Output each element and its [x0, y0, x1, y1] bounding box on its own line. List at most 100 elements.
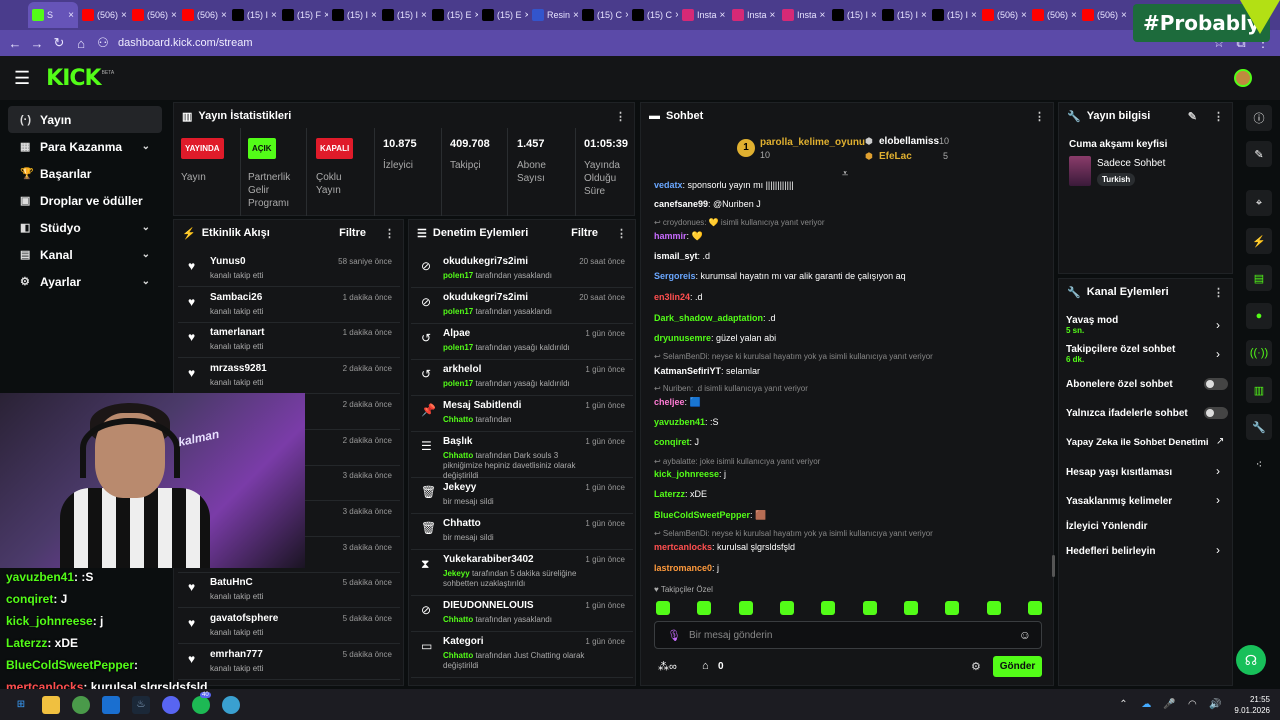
broadcast-icon[interactable]: ((·)) — [1246, 340, 1272, 366]
menu-burger-icon[interactable]: ☰ — [14, 68, 30, 89]
activity-row[interactable]: ♥ Yunus0 kanalı takip etti 58 saniye önce — [178, 252, 400, 287]
moderation-row[interactable]: ☰ Başlık Chhatto tarafından Dark souls 3 p… — [411, 432, 633, 480]
emote-icon[interactable] — [697, 601, 712, 615]
browser-tab[interactable]: (506) × — [978, 2, 1028, 28]
activity-row[interactable]: ♥ mrzass9281 kanalı takip etti 2 dakika önc… — [178, 359, 400, 395]
browser-tab[interactable]: (15) C × — [628, 2, 678, 28]
moderation-row[interactable]: ↺ Alpae polen17 tarafından yasağı kaldırıl… — [411, 324, 633, 360]
moderation-row[interactable]: ⊘ DIEUDONNELOUIS Chhatto tarafından yasakl… — [411, 596, 633, 632]
emoji-icon[interactable]: ☺ — [1019, 628, 1031, 642]
close-icon[interactable]: × — [421, 10, 427, 21]
emote-icon[interactable] — [779, 601, 794, 615]
clipboard-icon[interactable]: ▤ — [1246, 265, 1272, 291]
emote-chat-toggle[interactable] — [1204, 407, 1228, 419]
external-link-icon[interactable]: ↗ — [1216, 436, 1224, 447]
emote-icon[interactable] — [656, 601, 670, 615]
close-icon[interactable]: × — [770, 10, 776, 21]
chat-username[interactable]: BlueColdSweetPepper — [654, 510, 750, 520]
chat-username[interactable]: canefsane99 — [654, 199, 708, 209]
emote-icon[interactable] — [903, 601, 918, 615]
chat-username[interactable]: dryunusemre — [654, 333, 711, 343]
chat-username[interactable]: KatmanSefiriYT — [654, 366, 721, 376]
chat-username[interactable]: en3lin24 — [654, 292, 690, 302]
send-button[interactable]: Gönder — [993, 656, 1042, 677]
activity-row[interactable]: ♥ gavatofsphere kanalı takip etti 5 dakika … — [178, 609, 400, 644]
chevron-right-icon[interactable]: › — [1216, 318, 1220, 332]
close-icon[interactable]: × — [271, 10, 277, 21]
emote-icon[interactable] — [738, 601, 753, 615]
emote-icon[interactable] — [1027, 601, 1042, 615]
spotify-icon[interactable] — [192, 695, 210, 714]
chat-username[interactable]: Sergoreis — [654, 271, 696, 281]
chat-message[interactable]: Laterzz: xDE — [654, 489, 707, 499]
moderation-filter-button[interactable]: Filtre — [571, 227, 598, 239]
chat-message[interactable]: lastromance0: j — [654, 563, 719, 573]
browser-tab[interactable]: (15) F × — [278, 2, 328, 28]
sidebar-item[interactable]: (·) Yayın — [8, 106, 162, 133]
chat-message[interactable]: conqiret: J — [654, 437, 699, 447]
chat-username[interactable]: kick_johnreese — [654, 469, 719, 479]
more-icon[interactable]: ⋮ — [1213, 110, 1224, 123]
top-gifter-1[interactable]: parolla_kelime_oyunu — [760, 137, 865, 148]
chat-message[interactable]: yavuzben41: :S — [654, 417, 719, 427]
reload-icon[interactable]: ↻ — [48, 35, 70, 51]
chat-message[interactable]: kick_johnreese: j — [654, 469, 726, 479]
browser-tab[interactable]: (15) I × — [928, 2, 978, 28]
info-icon[interactable]: ⓘ — [1246, 105, 1272, 131]
emote-icon[interactable] — [862, 601, 877, 615]
chat-message[interactable]: vedatx: sponsorlu yayın mı |||||||||||| — [654, 180, 794, 190]
browser-tab[interactable]: Resin × — [528, 2, 578, 28]
bolt-icon[interactable]: ⚡ — [1246, 228, 1272, 254]
ai-moderation-setting[interactable]: Yapay Zeka ile Sohbet Denetimi — [1066, 437, 1209, 448]
activity-row[interactable]: ♥ Sambaci26 kanalı takip etti 1 dakika önce — [178, 288, 400, 323]
close-icon[interactable]: × — [720, 10, 726, 21]
chat-username[interactable]: mertcanlocks — [654, 542, 712, 552]
app-icon[interactable] — [222, 695, 240, 714]
microphone-icon[interactable]: 🎤 — [1160, 696, 1178, 714]
moderation-row[interactable]: 📌 Mesaj Sabitlendi Chhatto tarafından 1 gün… — [411, 396, 633, 432]
browser-tab[interactable]: Insta × — [728, 2, 778, 28]
followers-chat-setting[interactable]: Takipçilere özel sohbet — [1066, 344, 1175, 355]
category-name[interactable]: Sadece Sohbet — [1097, 158, 1165, 169]
moderation-row[interactable]: 🗑 Jekeyy bir mesajı sildi 1 gün önce — [411, 478, 633, 514]
more-icon[interactable]: ⋮ — [615, 110, 626, 123]
close-icon[interactable]: × — [221, 10, 227, 21]
tag-chip[interactable]: Turkish — [1097, 173, 1136, 186]
browser-tab[interactable]: (15) I × — [878, 2, 928, 28]
layout-icon[interactable]: ▥ — [1246, 377, 1272, 403]
chat-username[interactable]: vedatx — [654, 180, 683, 190]
browser-tab[interactable]: (506) × — [128, 2, 178, 28]
browser-tab[interactable]: (15) I × — [828, 2, 878, 28]
emote-icon[interactable] — [986, 601, 1001, 615]
moderation-row[interactable]: ▭ Kategori Chhatto tarafından Just Chattin… — [411, 632, 633, 678]
drops-icon[interactable]: ⌂ — [702, 660, 709, 672]
more-icon[interactable]: ⋮ — [616, 227, 627, 240]
slow-mode-setting[interactable]: Yavaş mod — [1066, 315, 1118, 326]
close-icon[interactable]: × — [371, 10, 377, 21]
top-gifter-2[interactable]: elobellamiss — [879, 136, 939, 147]
reply-indicator[interactable]: ↩ SelamBenDi: neyse ki kurulsal hayatım … — [654, 352, 933, 361]
url-field[interactable]: dashboard.kick.com/stream — [118, 37, 253, 49]
chat-message[interactable]: canefsane99: @Nuriben J — [654, 199, 761, 209]
home-icon[interactable]: ⌂ — [70, 36, 92, 51]
user-avatar[interactable] — [1234, 69, 1252, 87]
back-icon[interactable]: ← — [4, 36, 26, 51]
browser-tab[interactable]: (506) × — [1028, 2, 1078, 28]
outlook-icon[interactable] — [102, 695, 120, 714]
moderation-row[interactable]: ⧗ Yukekarabiber3402 Jekeyy tarafından 5 da… — [411, 550, 633, 596]
close-icon[interactable]: × — [820, 10, 826, 21]
steam-icon[interactable]: ♨ — [132, 695, 150, 714]
activity-row[interactable]: ♥ BatuHnC kanalı takip etti 5 dakika önce — [178, 573, 400, 609]
redirect-viewers-setting[interactable]: İzleyici Yönlendir — [1066, 521, 1148, 532]
chat-message[interactable]: Sergoreis: kurumsal hayatın mı var alik … — [654, 271, 906, 281]
chat-username[interactable]: Dark_shadow_adaptation — [654, 313, 763, 323]
add-widget-icon[interactable]: ⁖ — [1246, 451, 1272, 477]
moderation-row[interactable]: ⊘ okudukegri7s2imi polen17 tarafından yasa… — [411, 288, 633, 324]
browser-tab[interactable]: S × — [28, 2, 78, 28]
close-icon[interactable]: × — [121, 10, 127, 21]
activity-filter-button[interactable]: Filtre — [339, 227, 366, 239]
chat-message[interactable]: en3lin24: .d — [654, 292, 703, 302]
tray-chevron-icon[interactable]: ⌃ — [1114, 696, 1132, 714]
browser-tab[interactable]: Insta × — [778, 2, 828, 28]
more-icon[interactable]: ⋮ — [384, 227, 395, 240]
